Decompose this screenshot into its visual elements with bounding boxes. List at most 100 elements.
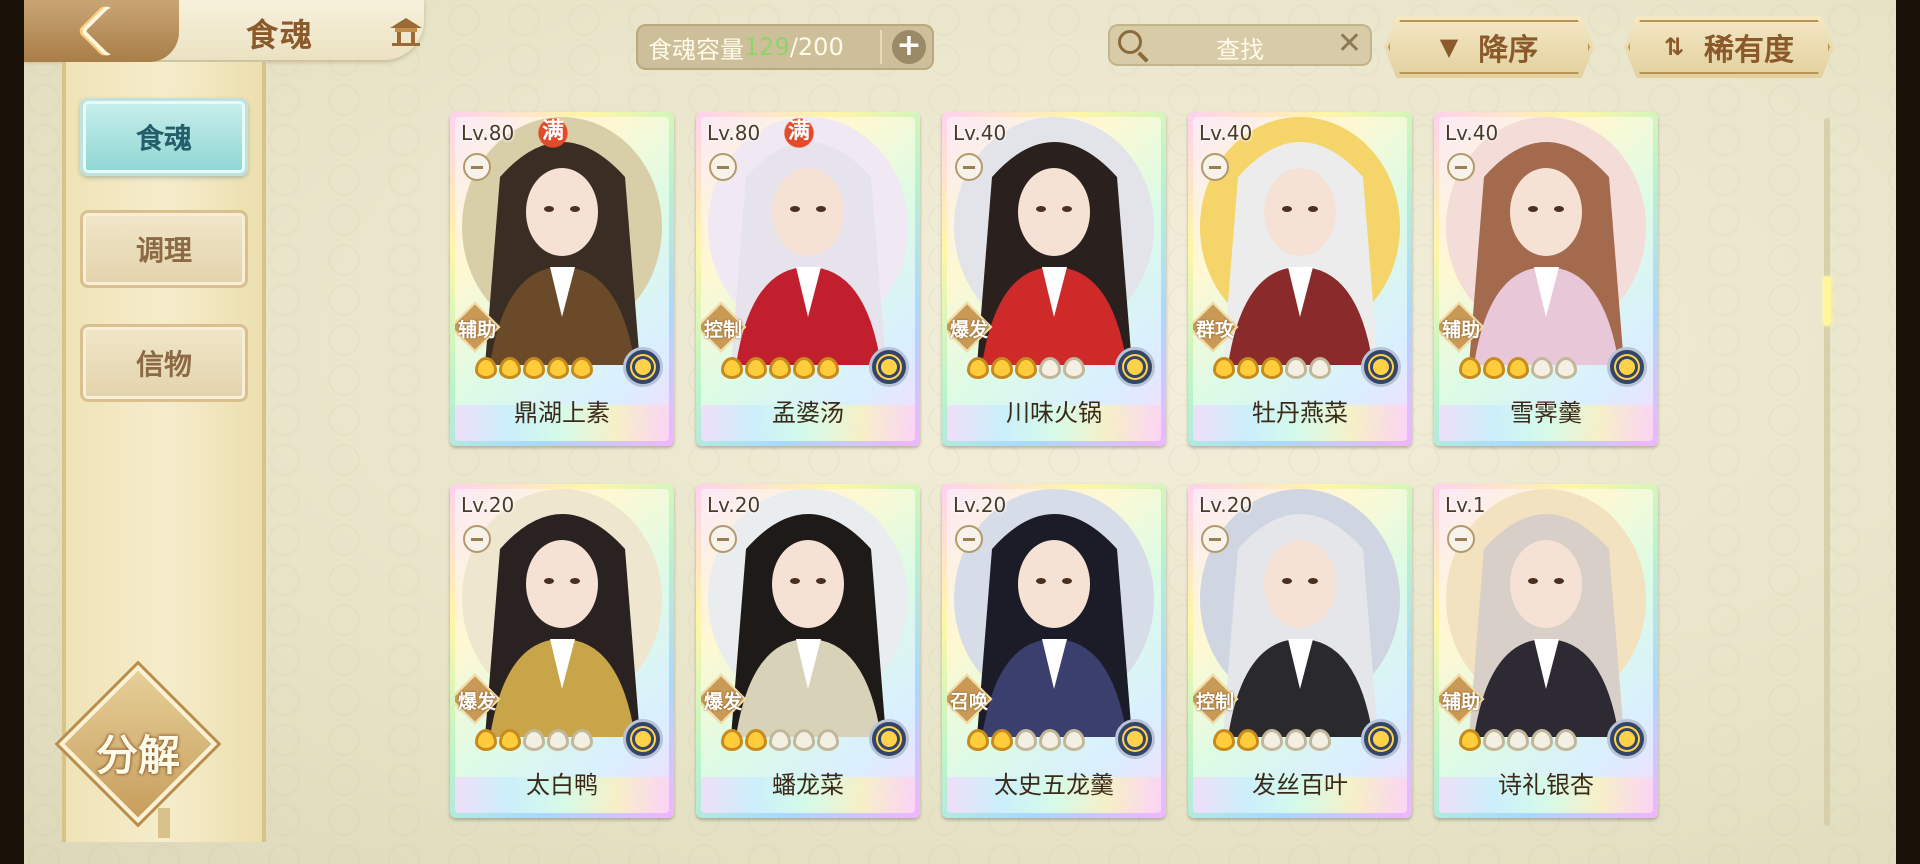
star-filled-icon [523, 357, 545, 379]
star-empty-icon [1285, 729, 1307, 751]
search-input[interactable]: 查找 ✕ [1108, 24, 1372, 66]
sidebar-item-conditioning[interactable]: 调理 [80, 210, 248, 288]
food-soul-name: 诗礼银杏 [1498, 771, 1594, 799]
star-empty-icon [571, 729, 593, 751]
star-empty-icon [817, 729, 839, 751]
back-arrow-icon [79, 4, 134, 58]
star-rating [721, 357, 839, 379]
role-label: 辅助 [1441, 319, 1480, 341]
star-filled-icon [817, 357, 839, 379]
food-soul-card[interactable]: Lv.80 满 辅助 鼎湖上素 [450, 112, 674, 446]
food-soul-card[interactable]: Lv.20 控制 发丝百叶 [1188, 484, 1412, 818]
capacity-current: 129 [744, 33, 790, 61]
bond-ring-icon [709, 525, 737, 553]
food-soul-name: 蟠龙菜 [772, 771, 844, 799]
star-filled-icon [475, 729, 497, 751]
page-title: 食魂 [246, 16, 315, 54]
sidebar-item-tokens[interactable]: 信物 [80, 324, 248, 402]
tassel-ornament [158, 808, 170, 838]
sort-by-button[interactable]: ⇅ 稀有度 [1624, 16, 1834, 78]
capacity-label: 食魂容量 [648, 35, 744, 64]
scrollbar-thumb[interactable] [1823, 276, 1831, 326]
role-badge: 控制 [1193, 673, 1239, 725]
card-frame: Lv.40 辅助 雪霁羹 [1439, 117, 1653, 441]
food-soul-card[interactable]: Lv.1 辅助 诗礼银杏 [1434, 484, 1658, 818]
star-rating [967, 357, 1085, 379]
bond-ring-icon [709, 153, 737, 181]
star-empty-icon [1261, 729, 1283, 751]
star-empty-icon [1309, 729, 1331, 751]
star-empty-icon [1015, 729, 1037, 751]
card-frame: Lv.1 辅助 诗礼银杏 [1439, 489, 1653, 813]
level-label: Lv.80 [461, 121, 515, 145]
role-badge: 爆发 [701, 673, 747, 725]
food-soul-name: 孟婆汤 [772, 399, 844, 427]
back-button[interactable] [24, 0, 179, 62]
bond-ring-icon [1201, 525, 1229, 553]
faction-emblem-icon [1607, 347, 1647, 387]
pavilion-icon[interactable] [386, 14, 426, 48]
food-soul-card[interactable]: Lv.80 满 控制 孟婆汤 [696, 112, 920, 446]
sidebar-item-label: 食魂 [135, 122, 192, 155]
sort-order-button[interactable]: ▼ 降序 [1384, 16, 1594, 78]
star-filled-icon [991, 357, 1013, 379]
star-filled-icon [793, 357, 815, 379]
bond-ring-icon [955, 525, 983, 553]
role-label: 爆发 [949, 319, 988, 341]
add-capacity-button[interactable]: + [892, 30, 926, 64]
food-soul-name: 太史五龙羹 [994, 771, 1114, 799]
role-badge: 召唤 [947, 673, 993, 725]
card-frame: Lv.20 召唤 太史五龙羹 [947, 489, 1161, 813]
scrollbar[interactable] [1823, 118, 1831, 826]
role-badge: 辅助 [1439, 673, 1485, 725]
star-rating [475, 729, 593, 751]
star-rating [967, 729, 1085, 751]
sidebar-item-food-souls[interactable]: 食魂 [80, 98, 248, 176]
role-label: 辅助 [1441, 691, 1480, 713]
faction-emblem-icon [869, 347, 909, 387]
star-empty-icon [1063, 357, 1085, 379]
star-filled-icon [499, 357, 521, 379]
star-empty-icon [1531, 357, 1553, 379]
food-soul-card[interactable]: Lv.20 召唤 太史五龙羹 [942, 484, 1166, 818]
clear-search-button[interactable]: ✕ [1337, 26, 1362, 61]
bond-ring-icon [463, 153, 491, 181]
star-filled-icon [769, 357, 791, 379]
star-filled-icon [1015, 357, 1037, 379]
capacity-display: 食魂容量 129 /200 + [636, 24, 934, 70]
card-frame: Lv.20 控制 发丝百叶 [1193, 489, 1407, 813]
food-soul-card[interactable]: Lv.40 群攻 牡丹燕菜 [1188, 112, 1412, 446]
role-badge: 爆发 [947, 301, 993, 353]
role-badge: 控制 [701, 301, 747, 353]
bond-ring-icon [955, 153, 983, 181]
role-label: 辅助 [457, 319, 496, 341]
faction-emblem-icon [1115, 347, 1155, 387]
star-rating [1459, 357, 1577, 379]
level-label: Lv.20 [953, 493, 1007, 517]
food-soul-card[interactable]: Lv.40 爆发 川味火锅 [942, 112, 1166, 446]
card-frame: Lv.20 爆发 蟠龙菜 [701, 489, 915, 813]
card-frame: Lv.40 群攻 牡丹燕菜 [1193, 117, 1407, 441]
star-filled-icon [547, 357, 569, 379]
food-soul-name: 发丝百叶 [1252, 771, 1348, 799]
star-empty-icon [1531, 729, 1553, 751]
role-label: 爆发 [703, 691, 742, 713]
header-tab: 食魂 [24, 0, 426, 62]
star-filled-icon [475, 357, 497, 379]
search-placeholder: 查找 [1216, 36, 1264, 64]
bond-ring-icon [1201, 153, 1229, 181]
food-soul-name: 川味火锅 [1006, 399, 1102, 427]
food-soul-card[interactable]: Lv.20 爆发 太白鸭 [450, 484, 674, 818]
faction-emblem-icon [869, 719, 909, 759]
level-label: Lv.40 [1199, 121, 1253, 145]
star-filled-icon [1213, 729, 1235, 751]
food-soul-card[interactable]: Lv.20 爆发 蟠龙菜 [696, 484, 920, 818]
bond-ring-icon [1447, 153, 1475, 181]
star-filled-icon [721, 729, 743, 751]
star-filled-icon [1459, 357, 1481, 379]
role-label: 控制 [1195, 691, 1234, 713]
food-soul-card[interactable]: Lv.40 辅助 雪霁羹 [1434, 112, 1658, 446]
level-label: Lv.20 [461, 493, 515, 517]
max-level-badge: 满 [781, 117, 817, 151]
sort-by-label: 稀有度 [1704, 33, 1795, 68]
